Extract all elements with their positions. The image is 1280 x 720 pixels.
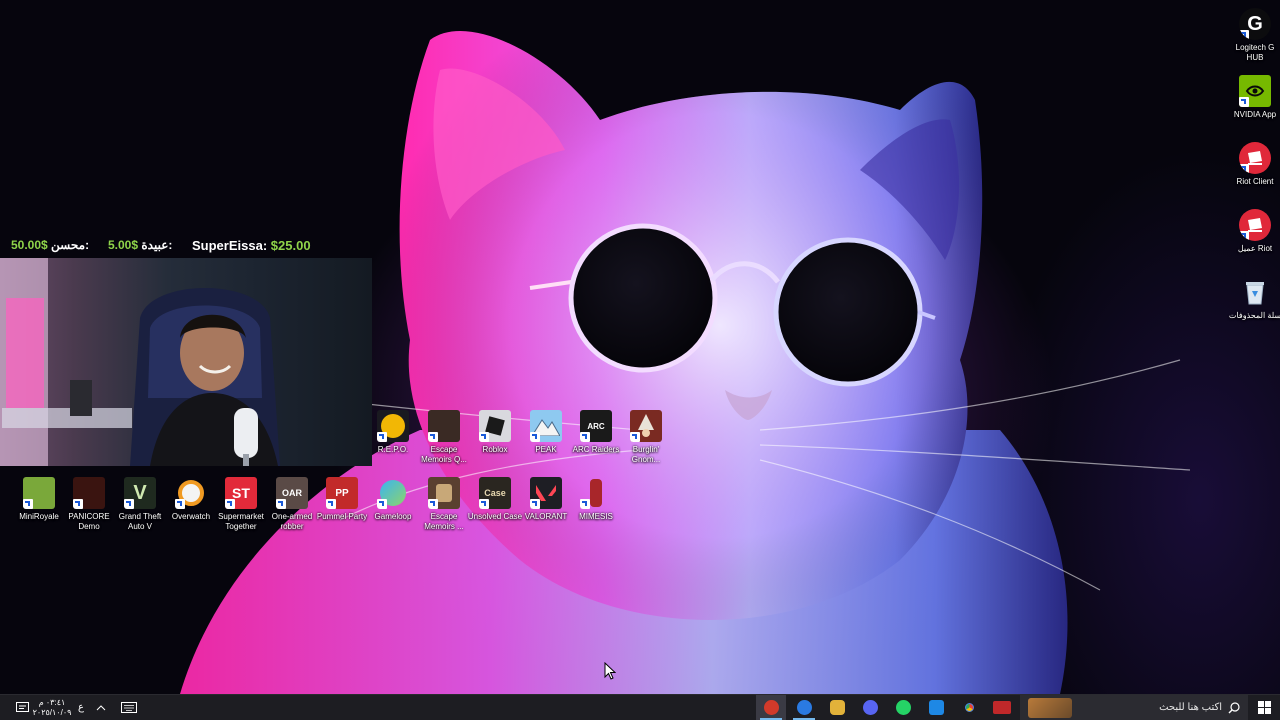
recycle-bin-icon	[1239, 276, 1271, 308]
app-news-icon	[993, 701, 1011, 714]
input-language-indicator[interactable]: ع	[74, 695, 88, 720]
unsolved-case-icon: Case	[479, 477, 511, 509]
riot-icon	[1239, 142, 1271, 174]
taskbar-search-box[interactable]: اكتب هنا للبحث	[1020, 695, 1248, 720]
desktop-icon-panicore[interactable]: PANICORE Demo	[61, 477, 117, 532]
donation-ticker: 50.00$ محسن: 5.00$ عبيدة: SuperEissa: $2…	[0, 236, 372, 256]
desktop-icon-supermarket-together[interactable]: ST Supermarket Together	[213, 477, 269, 532]
taskbar-mail[interactable]	[921, 695, 951, 720]
desktop-icon-mimesis[interactable]: MIMESIS	[568, 477, 624, 522]
desktop-icon-riot-client-arabic[interactable]: عميل Riot	[1227, 209, 1280, 254]
repo-game-icon	[377, 410, 409, 442]
chrome-icon	[961, 700, 977, 715]
burglin-gnomes-icon	[630, 410, 662, 442]
desktop-icon-logitech-g-hub[interactable]: G Logitech G HUB	[1227, 8, 1280, 63]
taskbar-discord[interactable]	[855, 695, 885, 720]
desktop-icon-escape-memoirs-q[interactable]: Escape Memoirs Q...	[416, 410, 472, 465]
desktop-icon-peak[interactable]: PEAK	[518, 410, 574, 455]
pummel-party-icon: PP	[326, 477, 358, 509]
desktop-icon-overwatch[interactable]: Overwatch	[163, 477, 219, 522]
donation-entry: SuperEissa: $25.00	[192, 238, 311, 253]
desktop-icon-recycle-bin[interactable]: سلة المحذوفات	[1227, 276, 1280, 321]
arc-raiders-icon: ARC	[580, 410, 612, 442]
system-clock[interactable]: ٠٣:٤١ م ٢٠٢٥/١٠/٠٩	[33, 695, 72, 720]
peak-icon	[530, 410, 562, 442]
miniroyale-icon	[23, 477, 55, 509]
desktop-icon-escape-memoirs[interactable]: Escape Memoirs ...	[416, 477, 472, 532]
riot-icon	[1239, 209, 1271, 241]
taskbar-chrome[interactable]	[954, 695, 984, 720]
valorant-icon	[530, 477, 562, 509]
donation-entry: 5.00$ عبيدة:	[108, 238, 173, 252]
supermarket-together-icon: ST	[225, 477, 257, 509]
one-armed-robber-icon: OAR	[276, 477, 308, 509]
taskbar-whatsapp[interactable]	[888, 695, 918, 720]
windows-logo-icon	[1257, 701, 1271, 714]
app-yellow-icon	[829, 700, 845, 715]
desktop-icon-repo[interactable]: R.E.P.O.	[365, 410, 421, 455]
panicore-icon	[73, 477, 105, 509]
desktop-icon-nvidia-app[interactable]: NVIDIA App	[1227, 75, 1280, 120]
desktop-icon-pummel-party[interactable]: PP Pummel Party	[314, 477, 370, 522]
donation-entry: 50.00$ محسن:	[11, 238, 90, 252]
app-blue-icon	[796, 700, 812, 715]
taskbar-app-yellow[interactable]	[822, 695, 852, 720]
gta-v-icon: V	[124, 477, 156, 509]
gameloop-icon	[377, 477, 409, 509]
search-highlight-image	[1028, 697, 1072, 718]
taskbar: ٠٣:٤١ م ٢٠٢٥/١٠/٠٩ ع اكتب هنا للبحث	[0, 694, 1280, 720]
roblox-icon	[479, 410, 511, 442]
keyboard-icon[interactable]	[118, 695, 140, 720]
mimesis-icon	[580, 477, 612, 509]
mouse-cursor-icon	[604, 662, 616, 680]
desktop-icon-one-armed-robber[interactable]: OAR One-armed robber	[264, 477, 320, 532]
escape-memoirs-icon	[428, 477, 460, 509]
show-hidden-icons-chevron-icon[interactable]	[92, 695, 110, 720]
desktop-icon-gta-v[interactable]: V Grand Theft Auto V	[112, 477, 168, 532]
taskbar-app-blue[interactable]	[789, 695, 819, 720]
webcam-scene	[0, 258, 280, 466]
discord-icon	[862, 700, 878, 715]
logitech-g-icon: G	[1239, 8, 1271, 40]
start-button[interactable]	[1250, 695, 1278, 720]
desktop-icon-roblox[interactable]: Roblox	[467, 410, 523, 455]
desktop-icon-gameloop[interactable]: Gameloop	[365, 477, 421, 522]
search-icon	[1228, 701, 1240, 713]
desktop-icon-unsolved-case[interactable]: Case Unsolved Case	[467, 477, 523, 522]
desktop-icon-valorant[interactable]: VALORANT	[518, 477, 574, 522]
desktop-icon-miniroyale[interactable]: MiniRoyale	[11, 477, 67, 522]
escape-memoirs-icon	[428, 410, 460, 442]
taskbar-app-red[interactable]	[756, 695, 786, 720]
notification-center-icon[interactable]	[12, 695, 32, 720]
whatsapp-icon	[895, 700, 911, 715]
desktop-icon-riot-client[interactable]: Riot Client	[1227, 142, 1280, 187]
mail-icon	[928, 700, 944, 715]
overwatch-icon	[175, 477, 207, 509]
nvidia-icon	[1239, 75, 1271, 107]
desktop-icon-arc-raiders[interactable]: ARC ARC Raiders	[568, 410, 624, 455]
taskbar-news-app[interactable]	[987, 695, 1017, 720]
desktop-icon-burglin-gnomes[interactable]: Burglin' Gnom...	[618, 410, 674, 465]
app-red-icon	[763, 700, 779, 715]
streamer-webcam-overlay	[0, 258, 372, 466]
